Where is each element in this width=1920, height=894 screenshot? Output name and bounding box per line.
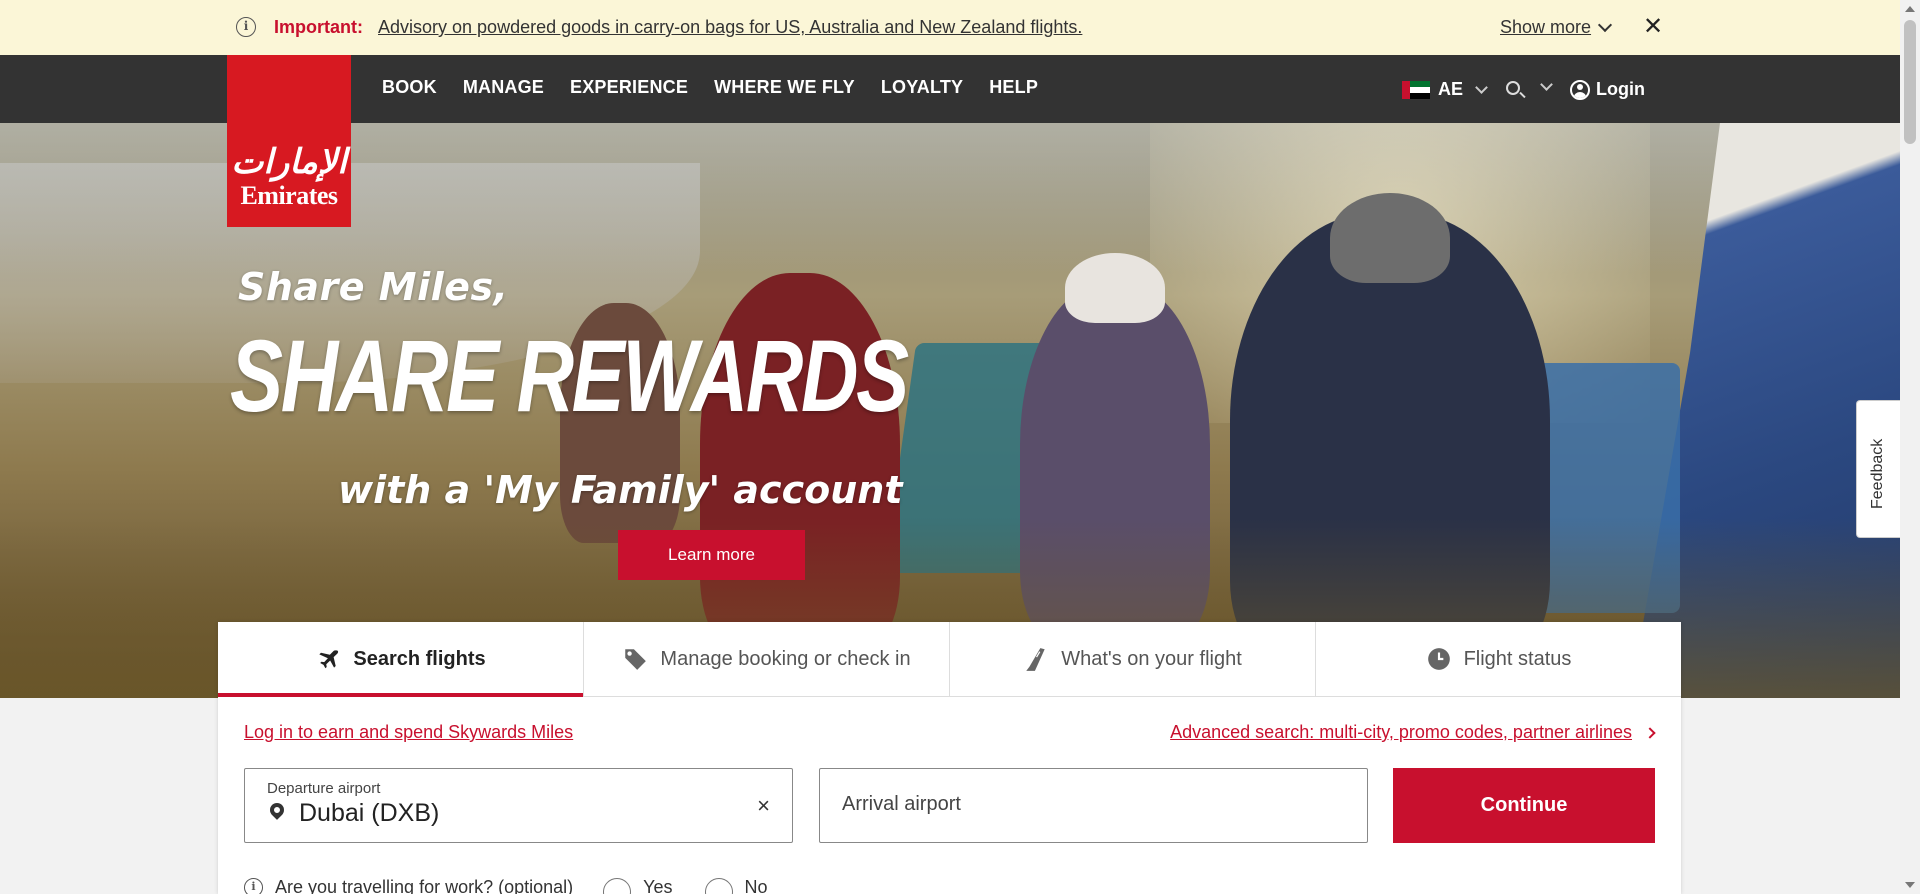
work-question-label: Are you travelling for work? (optional) — [275, 876, 574, 894]
page: i Important: Advisory on powdered goods … — [0, 0, 1920, 894]
radio-yes[interactable] — [603, 878, 632, 894]
clock-icon — [1427, 648, 1450, 670]
plane-icon — [319, 650, 339, 669]
nav-item-help[interactable]: HELP — [989, 77, 1038, 98]
clear-departure-button[interactable]: × — [757, 793, 770, 819]
arrival-placeholder[interactable]: Arrival airport — [842, 793, 961, 816]
hero-tagline: with a 'My Family' account — [338, 468, 903, 512]
chevron-down-icon[interactable] — [1540, 78, 1553, 91]
hero-title: SHARE REWARDS — [230, 319, 909, 433]
scrollbar[interactable] — [1900, 0, 1920, 894]
chevron-right-icon — [1644, 726, 1656, 739]
advisory-link[interactable]: Advisory on powdered goods in carry-on b… — [378, 17, 1082, 38]
work-travel-question: i Are you travelling for work? (optional… — [244, 868, 768, 894]
nav-item-manage[interactable]: MANAGE — [463, 77, 544, 98]
arrival-airport-field[interactable]: Arrival airport — [819, 768, 1368, 843]
booking-tabs: Search flights Manage booking or check i… — [218, 622, 1681, 697]
nav-menu: BOOK MANAGE EXPERIENCE WHERE WE FLY LOYA… — [382, 77, 1038, 98]
login-label: Login — [1596, 79, 1645, 99]
advanced-search[interactable]: Advanced search: multi-city, promo codes… — [1170, 722, 1656, 743]
locale-selector[interactable]: AE — [1402, 79, 1488, 100]
chevron-down-icon — [1475, 80, 1488, 94]
feedback-label: Feedback — [1869, 438, 1886, 509]
tab-label: What's on your flight — [1061, 647, 1242, 670]
close-icon[interactable]: ✕ — [1643, 12, 1663, 41]
emirates-logo[interactable]: ﺍﻹﻣﺎﺭﺍﺕ Emirates — [227, 55, 351, 227]
locale-code: AE — [1438, 79, 1464, 99]
learn-more-button[interactable]: Learn more — [618, 530, 805, 580]
info-icon: i — [236, 17, 256, 37]
tab-label: Manage booking or check in — [660, 647, 911, 670]
scroll-thumb[interactable] — [1904, 20, 1916, 144]
logo-wordmark: Emirates — [240, 181, 338, 210]
hero-subheading: Share Miles, — [238, 265, 509, 309]
nav-item-book[interactable]: BOOK — [382, 77, 437, 98]
show-more-link[interactable]: Show more — [1500, 17, 1591, 38]
nav-item-where-we-fly[interactable]: WHERE WE FLY — [714, 77, 855, 98]
advisory-label: Important: — [274, 17, 363, 37]
tab-label: Flight status — [1463, 647, 1572, 670]
tab-flight-status[interactable]: Flight status — [1316, 622, 1681, 696]
tab-label: Search flights — [353, 647, 486, 670]
search-icon[interactable] — [1504, 79, 1526, 101]
advisory-bar: i Important: Advisory on powdered goods … — [0, 0, 1900, 55]
login-button[interactable]: Login — [1570, 79, 1645, 100]
radio-no[interactable] — [704, 878, 733, 894]
tab-search-flights[interactable]: Search flights — [218, 622, 584, 697]
nav-item-experience[interactable]: EXPERIENCE — [570, 77, 688, 98]
continue-button[interactable]: Continue — [1393, 768, 1655, 843]
tab-manage-booking[interactable]: Manage booking or check in — [584, 622, 950, 696]
nav-item-loyalty[interactable]: LOYALTY — [881, 77, 963, 98]
scroll-up-arrow[interactable] — [1905, 6, 1915, 12]
location-pin-icon — [267, 800, 287, 820]
user-icon — [1570, 79, 1590, 100]
departure-value[interactable]: Dubai (DXB) — [299, 799, 439, 828]
feedback-tab[interactable]: Feedback — [1856, 400, 1900, 538]
departure-label: Departure airport — [267, 780, 381, 797]
info-icon[interactable]: i — [244, 877, 263, 894]
seat-icon — [1026, 648, 1045, 671]
radio-no-label[interactable]: No — [745, 877, 768, 894]
tab-whats-on-flight[interactable]: What's on your flight — [950, 622, 1316, 696]
logo-arabic-mark: ﺍﻹﻣﺎﺭﺍﺕ — [231, 142, 347, 182]
chevron-down-icon[interactable] — [1597, 17, 1613, 33]
radio-yes-label[interactable]: Yes — [643, 877, 672, 894]
tag-icon — [624, 649, 647, 670]
skywards-login-link[interactable]: Log in to earn and spend Skywards Miles — [244, 722, 573, 743]
scroll-down-arrow[interactable] — [1905, 882, 1915, 888]
advanced-search-link[interactable]: Advanced search: multi-city, promo codes… — [1170, 722, 1632, 743]
booking-widget: Search flights Manage booking or check i… — [218, 622, 1681, 894]
uae-flag-icon — [1402, 80, 1430, 99]
widget-links: Log in to earn and spend Skywards Miles … — [244, 722, 1656, 743]
departure-airport-field[interactable]: Departure airport Dubai (DXB) × — [244, 768, 793, 843]
